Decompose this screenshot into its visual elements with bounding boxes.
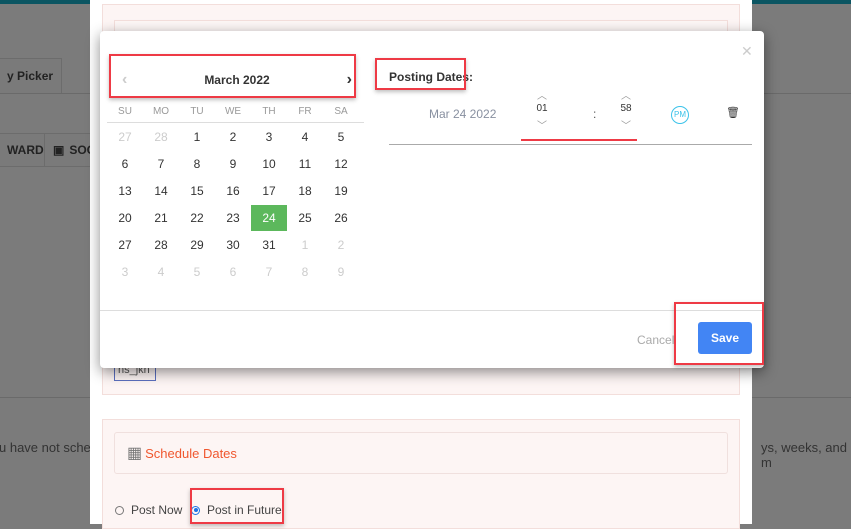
hour-value[interactable]: 01: [527, 101, 557, 117]
highlight-box: [190, 488, 284, 524]
dialog-footer-divider: [100, 310, 764, 311]
chevron-up-icon[interactable]: ︿: [527, 87, 557, 102]
chevron-up-icon[interactable]: ︿: [611, 87, 641, 102]
highlight-box: [375, 58, 466, 90]
calendar-day[interactable]: 11: [287, 151, 323, 177]
calendar-day[interactable]: 5: [323, 124, 359, 150]
calendar-day[interactable]: 7: [251, 259, 287, 285]
calendar-day[interactable]: 28: [143, 232, 179, 258]
calendar-day[interactable]: 3: [251, 124, 287, 150]
calendar-day[interactable]: 8: [179, 151, 215, 177]
calendar-day[interactable]: 4: [143, 259, 179, 285]
hour-spinner[interactable]: ︿ 01 ﹀: [527, 87, 557, 132]
calendar-day[interactable]: 1: [287, 232, 323, 258]
calendar-day[interactable]: 30: [215, 232, 251, 258]
calendar-week: 27 28 1 2 3 4 5: [107, 123, 364, 150]
calendar-day[interactable]: 7: [143, 151, 179, 177]
cancel-button[interactable]: Cancel: [637, 333, 674, 347]
posting-date-entry: Mar 24 2022 ︿ 01 ﹀ : ︿ 58 ﹀ PM 🗑: [389, 87, 752, 145]
calendar-week: 27 28 29 30 31 1 2: [107, 231, 364, 258]
calendar-day[interactable]: 20: [107, 205, 143, 231]
schedule-title: Schedule Dates: [145, 445, 237, 461]
calendar-day[interactable]: 9: [215, 151, 251, 177]
weekday-label: FR: [298, 106, 312, 117]
calendar-week: 20 21 22 23 24 25 26: [107, 204, 364, 231]
schedule-dates-header: ▦ Schedule Dates: [114, 432, 728, 474]
tab-picker[interactable]: y Picker: [0, 58, 63, 94]
calendar-day[interactable]: 4: [287, 124, 323, 150]
calendar-grid: SU MO TU WE TH FR SA 27 28 1 2 3 4 5 6 7 8 9 10 11 12 13 14 15…: [107, 101, 364, 285]
calendar-day[interactable]: 17: [251, 178, 287, 204]
weekday-row: SU MO TU WE TH FR SA: [107, 101, 364, 123]
calendar-day[interactable]: 26: [323, 205, 359, 231]
calendar-day[interactable]: 1: [179, 124, 215, 150]
weekday-label: SU: [118, 106, 132, 117]
calendar-day[interactable]: 15: [179, 178, 215, 204]
weekday-label: MO: [152, 106, 170, 117]
time-separator: :: [593, 107, 597, 121]
calendar-day[interactable]: 13: [107, 178, 143, 204]
minute-value[interactable]: 58: [611, 101, 641, 117]
notice-text: ys, weeks, and m: [761, 440, 847, 470]
highlight-box: [109, 54, 356, 98]
calendar-day[interactable]: 8: [287, 259, 323, 285]
calendar-day[interactable]: 23: [215, 205, 251, 231]
calendar-day[interactable]: 25: [287, 205, 323, 231]
calendar-day[interactable]: 21: [143, 205, 179, 231]
meridiem-toggle[interactable]: PM: [671, 106, 689, 124]
calendar-day[interactable]: 24: [251, 204, 287, 231]
weekday-label: TH: [262, 106, 276, 117]
tab-label: WARD: [7, 143, 44, 157]
radio-label: Post Now: [131, 503, 183, 517]
chevron-down-icon[interactable]: ﹀: [611, 117, 641, 132]
radio-post-now[interactable]: Post Now: [115, 503, 182, 517]
weekday-label: TU: [190, 106, 204, 117]
calendar-day[interactable]: 5: [179, 259, 215, 285]
weekday-label: SA: [334, 106, 348, 117]
calendar-day[interactable]: 14: [143, 178, 179, 204]
posting-date: Mar 24 2022: [429, 107, 497, 121]
calendar-day[interactable]: 27: [107, 232, 143, 258]
radio-icon: [115, 505, 124, 515]
calendar-day[interactable]: 19: [323, 178, 359, 204]
calendar-day[interactable]: 28: [143, 124, 179, 150]
calendar-week: 3456789: [107, 258, 364, 285]
calendar-day[interactable]: 27: [107, 124, 143, 150]
calendar-day[interactable]: 2: [323, 232, 359, 258]
highlight-underline: [521, 139, 637, 141]
calendar-day[interactable]: 16: [215, 178, 251, 204]
calendar-day[interactable]: 22: [179, 205, 215, 231]
calendar-day[interactable]: 2: [215, 124, 251, 150]
calendar-week: 13 14 15 16 17 18 19: [107, 177, 364, 204]
notice-text: u have not sche: [0, 440, 91, 455]
calendar-day[interactable]: 9: [323, 259, 359, 285]
close-icon[interactable]: ✕: [741, 43, 753, 60]
highlight-box: [674, 302, 764, 365]
calendar-day[interactable]: 10: [251, 151, 287, 177]
calendar-day[interactable]: 18: [287, 178, 323, 204]
calendar-day[interactable]: 6: [107, 151, 143, 177]
trash-icon[interactable]: 🗑: [726, 106, 740, 119]
calendar-day[interactable]: 6: [215, 259, 251, 285]
weekday-label: WE: [224, 106, 242, 117]
minute-spinner[interactable]: ︿ 58 ﹀: [611, 87, 641, 132]
calendar-icon: ▣: [53, 143, 65, 157]
chevron-down-icon[interactable]: ﹀: [527, 117, 557, 132]
calendar-icon: ▦: [127, 445, 143, 462]
calendar-day[interactable]: 12: [323, 151, 359, 177]
tab-label: y Picker: [7, 69, 54, 83]
calendar-day[interactable]: 3: [107, 259, 143, 285]
calendar-week: 6 7 8 9 10 11 12: [107, 150, 364, 177]
calendar-day[interactable]: 29: [179, 232, 215, 258]
calendar-day[interactable]: 31: [251, 232, 287, 258]
